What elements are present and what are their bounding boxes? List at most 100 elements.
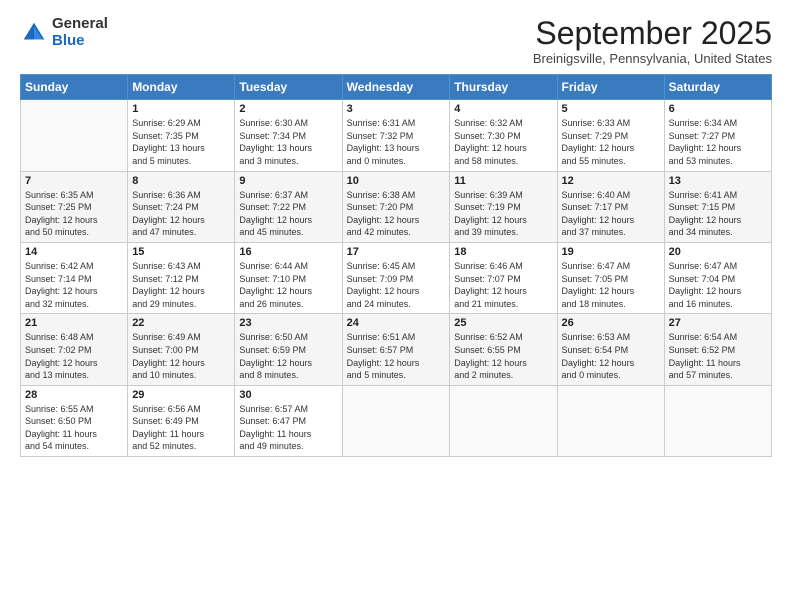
- day-info: Sunrise: 6:41 AM Sunset: 7:15 PM Dayligh…: [669, 189, 767, 239]
- col-wednesday: Wednesday: [342, 75, 450, 100]
- calendar-cell: 18 Sunrise: 6:46 AM Sunset: 7:07 PM Dayli…: [450, 242, 557, 313]
- calendar-header-row: Sunday Monday Tuesday Wednesday Thursday…: [21, 75, 772, 100]
- calendar-cell: 20 Sunrise: 6:47 AM Sunset: 7:04 PM Dayli…: [664, 242, 771, 313]
- day-info: Sunrise: 6:43 AM Sunset: 7:12 PM Dayligh…: [132, 260, 230, 310]
- day-info: Sunrise: 6:49 AM Sunset: 7:00 PM Dayligh…: [132, 331, 230, 381]
- day-info: Sunrise: 6:56 AM Sunset: 6:49 PM Dayligh…: [132, 403, 230, 453]
- day-number: 27: [669, 317, 767, 329]
- page: General Blue September 2025 Breinigsvill…: [0, 0, 792, 612]
- calendar-cell: 29Sunrise: 6:56 AM Sunset: 6:49 PM Dayli…: [128, 385, 235, 456]
- day-info: Sunrise: 6:34 AM Sunset: 7:27 PM Dayligh…: [669, 117, 767, 167]
- day-info: Sunrise: 6:35 AM Sunset: 7:25 PM Dayligh…: [25, 189, 123, 239]
- calendar-cell: 19 Sunrise: 6:47 AM Sunset: 7:05 PM Dayli…: [557, 242, 664, 313]
- calendar-cell: 28Sunrise: 6:55 AM Sunset: 6:50 PM Dayli…: [21, 385, 128, 456]
- day-info: Sunrise: 6:57 AM Sunset: 6:47 PM Dayligh…: [239, 403, 337, 453]
- calendar-cell: 30 Sunrise: 6:57 AM Sunset: 6:47 PM Dayli…: [235, 385, 342, 456]
- calendar-cell: [342, 385, 450, 456]
- day-number: 8: [132, 175, 230, 187]
- day-info: Sunrise: 6:47 AM Sunset: 7:04 PM Dayligh…: [669, 260, 767, 310]
- day-info: Sunrise: 6:38 AM Sunset: 7:20 PM Dayligh…: [347, 189, 446, 239]
- calendar-cell: [450, 385, 557, 456]
- col-saturday: Saturday: [664, 75, 771, 100]
- day-number: 15: [132, 246, 230, 258]
- calendar-cell: 7 Sunrise: 6:35 AM Sunset: 7:25 PM Daylig…: [21, 171, 128, 242]
- day-number: 13: [669, 175, 767, 187]
- col-tuesday: Tuesday: [235, 75, 342, 100]
- calendar-cell: 3 Sunrise: 6:31 AM Sunset: 7:32 PM Daylig…: [342, 100, 450, 171]
- calendar-cell: 23Sunrise: 6:50 AM Sunset: 6:59 PM Dayli…: [235, 314, 342, 385]
- day-info: Sunrise: 6:53 AM Sunset: 6:54 PM Dayligh…: [562, 331, 660, 381]
- location-subtitle: Breinigsville, Pennsylvania, United Stat…: [533, 51, 772, 66]
- day-number: 25: [454, 317, 552, 329]
- day-number: 1: [132, 103, 230, 115]
- day-info: Sunrise: 6:52 AM Sunset: 6:55 PM Dayligh…: [454, 331, 552, 381]
- day-info: Sunrise: 6:40 AM Sunset: 7:17 PM Dayligh…: [562, 189, 660, 239]
- day-number: 16: [239, 246, 337, 258]
- calendar-cell: 26 Sunrise: 6:53 AM Sunset: 6:54 PM Dayli…: [557, 314, 664, 385]
- calendar-cell: 25 Sunrise: 6:52 AM Sunset: 6:55 PM Dayli…: [450, 314, 557, 385]
- day-info: Sunrise: 6:31 AM Sunset: 7:32 PM Dayligh…: [347, 117, 446, 167]
- day-number: 12: [562, 175, 660, 187]
- day-info: Sunrise: 6:54 AM Sunset: 6:52 PM Dayligh…: [669, 331, 767, 381]
- day-number: 24: [347, 317, 446, 329]
- title-block: September 2025 Breinigsville, Pennsylvan…: [533, 16, 772, 66]
- calendar-week-3: 14 Sunrise: 6:42 AM Sunset: 7:14 PM Dayli…: [21, 242, 772, 313]
- calendar-cell: [21, 100, 128, 171]
- calendar-cell: 9Sunrise: 6:37 AM Sunset: 7:22 PM Daylig…: [235, 171, 342, 242]
- logo-icon: [20, 19, 48, 47]
- day-number: 20: [669, 246, 767, 258]
- calendar-cell: 11 Sunrise: 6:39 AM Sunset: 7:19 PM Dayli…: [450, 171, 557, 242]
- day-info: Sunrise: 6:45 AM Sunset: 7:09 PM Dayligh…: [347, 260, 446, 310]
- logo-general-text: General: [52, 16, 108, 33]
- calendar-cell: 21 Sunrise: 6:48 AM Sunset: 7:02 PM Dayli…: [21, 314, 128, 385]
- day-number: 21: [25, 317, 123, 329]
- calendar-cell: 2 Sunrise: 6:30 AM Sunset: 7:34 PM Daylig…: [235, 100, 342, 171]
- day-number: 19: [562, 246, 660, 258]
- day-info: Sunrise: 6:50 AM Sunset: 6:59 PM Dayligh…: [239, 331, 337, 381]
- day-number: 2: [239, 103, 337, 115]
- day-info: Sunrise: 6:46 AM Sunset: 7:07 PM Dayligh…: [454, 260, 552, 310]
- day-info: Sunrise: 6:48 AM Sunset: 7:02 PM Dayligh…: [25, 331, 123, 381]
- logo-text: General Blue: [52, 16, 108, 49]
- header: General Blue September 2025 Breinigsvill…: [20, 16, 772, 66]
- calendar-cell: [557, 385, 664, 456]
- col-monday: Monday: [128, 75, 235, 100]
- calendar-week-1: 1 Sunrise: 6:29 AM Sunset: 7:35 PM Daylig…: [21, 100, 772, 171]
- day-info: Sunrise: 6:30 AM Sunset: 7:34 PM Dayligh…: [239, 117, 337, 167]
- day-info: Sunrise: 6:37 AM Sunset: 7:22 PM Dayligh…: [239, 189, 337, 239]
- calendar-cell: [664, 385, 771, 456]
- day-info: Sunrise: 6:44 AM Sunset: 7:10 PM Dayligh…: [239, 260, 337, 310]
- calendar-week-5: 28Sunrise: 6:55 AM Sunset: 6:50 PM Dayli…: [21, 385, 772, 456]
- calendar-week-2: 7 Sunrise: 6:35 AM Sunset: 7:25 PM Daylig…: [21, 171, 772, 242]
- day-number: 7: [25, 175, 123, 187]
- day-info: Sunrise: 6:29 AM Sunset: 7:35 PM Dayligh…: [132, 117, 230, 167]
- day-number: 17: [347, 246, 446, 258]
- day-number: 10: [347, 175, 446, 187]
- calendar-table: Sunday Monday Tuesday Wednesday Thursday…: [20, 74, 772, 457]
- calendar-cell: 13 Sunrise: 6:41 AM Sunset: 7:15 PM Dayli…: [664, 171, 771, 242]
- day-info: Sunrise: 6:51 AM Sunset: 6:57 PM Dayligh…: [347, 331, 446, 381]
- day-number: 11: [454, 175, 552, 187]
- day-number: 6: [669, 103, 767, 115]
- month-year-title: September 2025: [533, 16, 772, 51]
- day-number: 5: [562, 103, 660, 115]
- day-info: Sunrise: 6:39 AM Sunset: 7:19 PM Dayligh…: [454, 189, 552, 239]
- day-number: 14: [25, 246, 123, 258]
- day-info: Sunrise: 6:47 AM Sunset: 7:05 PM Dayligh…: [562, 260, 660, 310]
- day-info: Sunrise: 6:42 AM Sunset: 7:14 PM Dayligh…: [25, 260, 123, 310]
- col-friday: Friday: [557, 75, 664, 100]
- day-number: 30: [239, 389, 337, 401]
- day-number: 28: [25, 389, 123, 401]
- day-number: 18: [454, 246, 552, 258]
- calendar-cell: 15 Sunrise: 6:43 AM Sunset: 7:12 PM Dayli…: [128, 242, 235, 313]
- day-info: Sunrise: 6:32 AM Sunset: 7:30 PM Dayligh…: [454, 117, 552, 167]
- calendar-cell: 27 Sunrise: 6:54 AM Sunset: 6:52 PM Dayli…: [664, 314, 771, 385]
- calendar-cell: 16 Sunrise: 6:44 AM Sunset: 7:10 PM Dayli…: [235, 242, 342, 313]
- day-number: 26: [562, 317, 660, 329]
- calendar-cell: 5Sunrise: 6:33 AM Sunset: 7:29 PM Daylig…: [557, 100, 664, 171]
- day-number: 3: [347, 103, 446, 115]
- calendar-cell: 8Sunrise: 6:36 AM Sunset: 7:24 PM Daylig…: [128, 171, 235, 242]
- day-number: 22: [132, 317, 230, 329]
- col-thursday: Thursday: [450, 75, 557, 100]
- calendar-cell: 24 Sunrise: 6:51 AM Sunset: 6:57 PM Dayli…: [342, 314, 450, 385]
